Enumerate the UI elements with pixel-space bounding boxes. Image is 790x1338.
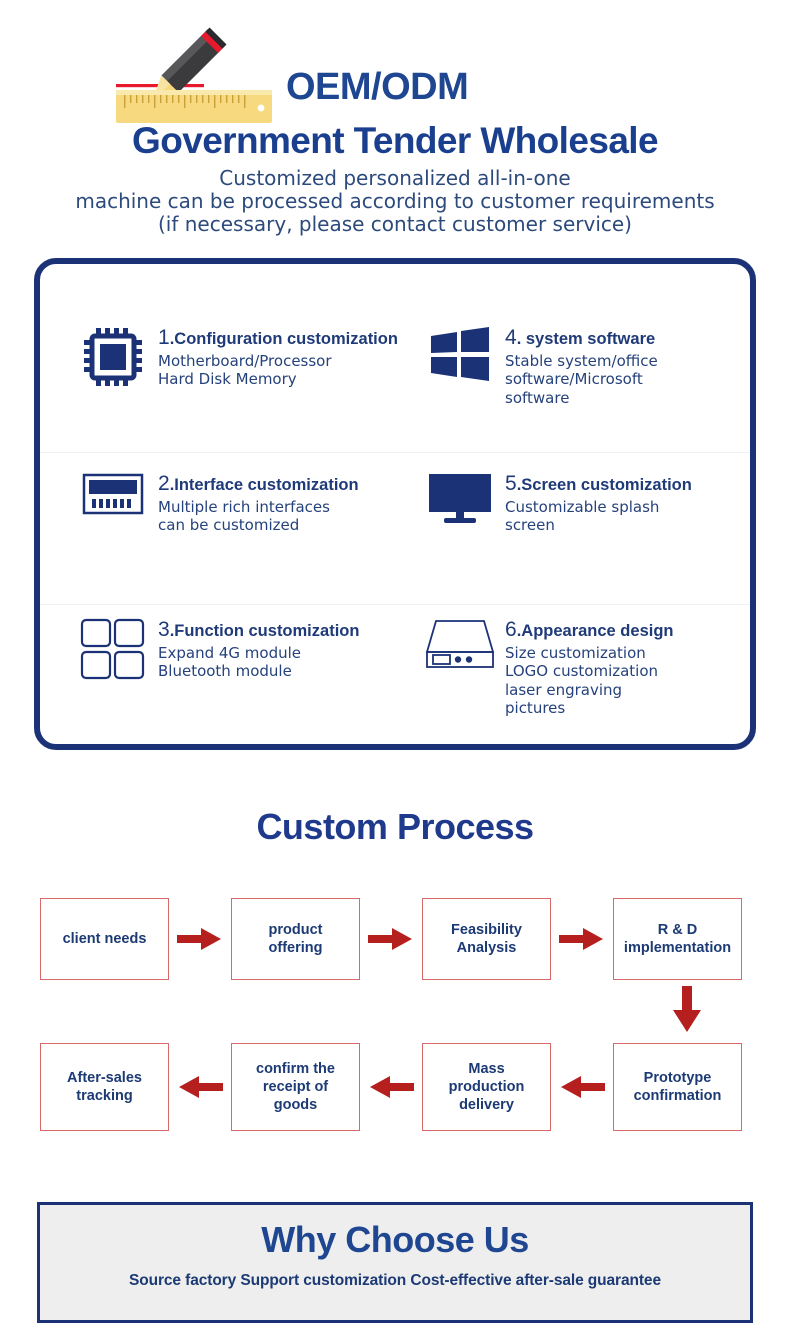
- feature-description: Motherboard/Processor Hard Disk Memory: [158, 352, 398, 389]
- features-grid: 1.Configuration customization Motherboar…: [40, 264, 750, 744]
- feature-desc-line: Stable system/office: [505, 352, 658, 371]
- feature-number: 6: [505, 618, 517, 641]
- feature-title: .Interface customization: [169, 476, 359, 494]
- feature-number: 1: [158, 326, 170, 349]
- feature-number: 3: [158, 618, 170, 641]
- feature-description: Expand 4G module Bluetooth module: [158, 644, 395, 681]
- feature-item-interface: 2.Interface customization Multiple rich …: [40, 452, 395, 604]
- feature-desc-line: Customizable splash: [505, 498, 660, 517]
- monitor-icon: [423, 472, 497, 524]
- oem-odm-title: OEM/ODM: [286, 66, 469, 108]
- feature-number: 5: [505, 472, 517, 495]
- feature-text: 1.Configuration customization Motherboar…: [150, 326, 398, 389]
- feature-heading: 4. system software: [505, 326, 750, 349]
- features-row-2: 2.Interface customization Multiple rich …: [40, 452, 750, 604]
- features-row-3: 3.Function customization Expand 4G modul…: [40, 604, 750, 750]
- feature-desc-line: laser engraving: [505, 680, 623, 699]
- process-flow-diagram: client needs product offering Feasibility…: [0, 888, 790, 1148]
- interface-port-icon: [76, 472, 150, 516]
- feature-item-configuration: 1.Configuration customization Motherboar…: [40, 264, 398, 452]
- feature-item-appearance: 6.Appearance design Size customization L…: [395, 604, 750, 750]
- feature-desc-line: Hard Disk Memory: [158, 370, 297, 389]
- feature-desc-line: software/Microsoft: [505, 370, 643, 389]
- feature-item-screen: 5.Screen customization Customizable spla…: [395, 452, 750, 604]
- customization-features-panel: 1.Configuration customization Motherboar…: [34, 258, 756, 750]
- subtitle-line-3: (if necessary, please contact customer s…: [158, 212, 632, 237]
- device-chassis-icon: [423, 618, 497, 672]
- feature-item-system-software: 4. system software Stable system/office …: [395, 264, 750, 452]
- subtitle-line-1: Customized personalized all-in-one: [219, 166, 571, 190]
- feature-text: 4. system software Stable system/office …: [497, 326, 750, 407]
- page-title-text: Government Tender Wholesale: [132, 120, 659, 161]
- feature-text: 6.Appearance design Size customization L…: [497, 618, 750, 717]
- feature-number: 2: [158, 472, 170, 495]
- pencil-ruler-icon: [103, 12, 283, 124]
- feature-description: Multiple rich interfaces can be customiz…: [158, 498, 395, 535]
- feature-desc-line: LOGO customization: [505, 662, 659, 681]
- feature-desc-line: Size customization: [505, 644, 646, 663]
- feature-text: 2.Interface customization Multiple rich …: [150, 472, 395, 535]
- why-choose-us-title: Why Choose Us: [261, 1219, 529, 1260]
- arrow-left-icon: [360, 1074, 422, 1100]
- feature-heading: 2.Interface customization: [158, 472, 395, 495]
- process-step-box: client needs: [40, 898, 169, 980]
- feature-desc-line: Bluetooth module: [158, 662, 292, 681]
- arrow-right-icon: [360, 926, 422, 952]
- process-step-box: Feasibility Analysis: [422, 898, 551, 980]
- feature-title: .Configuration customization: [169, 330, 398, 348]
- cpu-chip-icon: [76, 326, 150, 388]
- custom-process-title-text: Custom Process: [256, 806, 534, 847]
- process-step-box: R & Dimplementation: [613, 898, 742, 980]
- process-flow-row-top: client needs product offering Feasibility…: [0, 898, 790, 980]
- feature-number: 4: [505, 326, 517, 349]
- why-choose-us-subtitle: Source factory Support customization Cos…: [129, 1272, 661, 1289]
- feature-heading: 6.Appearance design: [505, 618, 750, 641]
- feature-title: . system software: [516, 330, 656, 348]
- feature-desc-line: can be customized: [158, 516, 300, 535]
- feature-desc-line: software: [505, 388, 570, 407]
- feature-title: .Appearance design: [516, 622, 674, 640]
- feature-text: 3.Function customization Expand 4G modul…: [150, 618, 395, 681]
- header-section: OEM/ODM Government Tender Wholesale Cust…: [0, 0, 790, 250]
- arrow-right-icon: [551, 926, 613, 952]
- process-step-box: Prototype confirmation: [613, 1043, 742, 1131]
- feature-item-function: 3.Function customization Expand 4G modul…: [40, 604, 395, 750]
- process-step-box: confirm the receipt of goods: [231, 1043, 360, 1131]
- arrow-right-icon: [169, 926, 231, 952]
- process-step-box: Mass production delivery: [422, 1043, 551, 1131]
- main-title-row: Government Tender Wholesale: [0, 120, 790, 161]
- process-step-box: After-sales tracking: [40, 1043, 169, 1131]
- windows-logo-icon: [423, 326, 497, 382]
- feature-description: Size customization LOGO customization la…: [505, 644, 750, 717]
- why-choose-us-panel: Why Choose Us Source factory Support cus…: [37, 1202, 753, 1323]
- process-flow-row-bottom: After-sales tracking confirm the receipt o…: [0, 1043, 790, 1131]
- feature-desc-line: pictures: [505, 698, 566, 717]
- arrow-left-icon: [551, 1074, 613, 1100]
- header-subtitle: Customized personalized all-in-one machi…: [0, 166, 790, 237]
- feature-desc-line: screen: [505, 516, 555, 535]
- feature-desc-line: Multiple rich interfaces: [158, 498, 330, 517]
- feature-heading: 5.Screen customization: [505, 472, 750, 495]
- feature-heading: 1.Configuration customization: [158, 326, 398, 349]
- arrow-down-icon: [667, 986, 707, 1034]
- feature-text: 5.Screen customization Customizable spla…: [497, 472, 750, 535]
- feature-title: .Function customization: [169, 622, 360, 640]
- custom-process-title: Custom Process: [250, 806, 540, 848]
- process-step-box: product offering: [231, 898, 360, 980]
- infographic-page: OEM/ODM Government Tender Wholesale Cust…: [0, 0, 790, 1338]
- feature-heading: 3.Function customization: [158, 618, 395, 641]
- four-squares-module-icon: [76, 618, 150, 682]
- feature-description: Stable system/office software/Microsoft …: [505, 352, 750, 407]
- feature-desc-line: Expand 4G module: [158, 644, 302, 663]
- subtitle-line-2: machine can be processed according to cu…: [75, 189, 715, 214]
- features-row-1: 1.Configuration customization Motherboar…: [40, 264, 750, 452]
- feature-desc-line: Motherboard/Processor: [158, 352, 332, 371]
- feature-description: Customizable splash screen: [505, 498, 750, 535]
- process-title-row: Custom Process: [0, 806, 790, 848]
- arrow-left-icon: [169, 1074, 231, 1100]
- page-title: Government Tender Wholesale: [128, 120, 662, 161]
- feature-title: .Screen customization: [516, 476, 692, 494]
